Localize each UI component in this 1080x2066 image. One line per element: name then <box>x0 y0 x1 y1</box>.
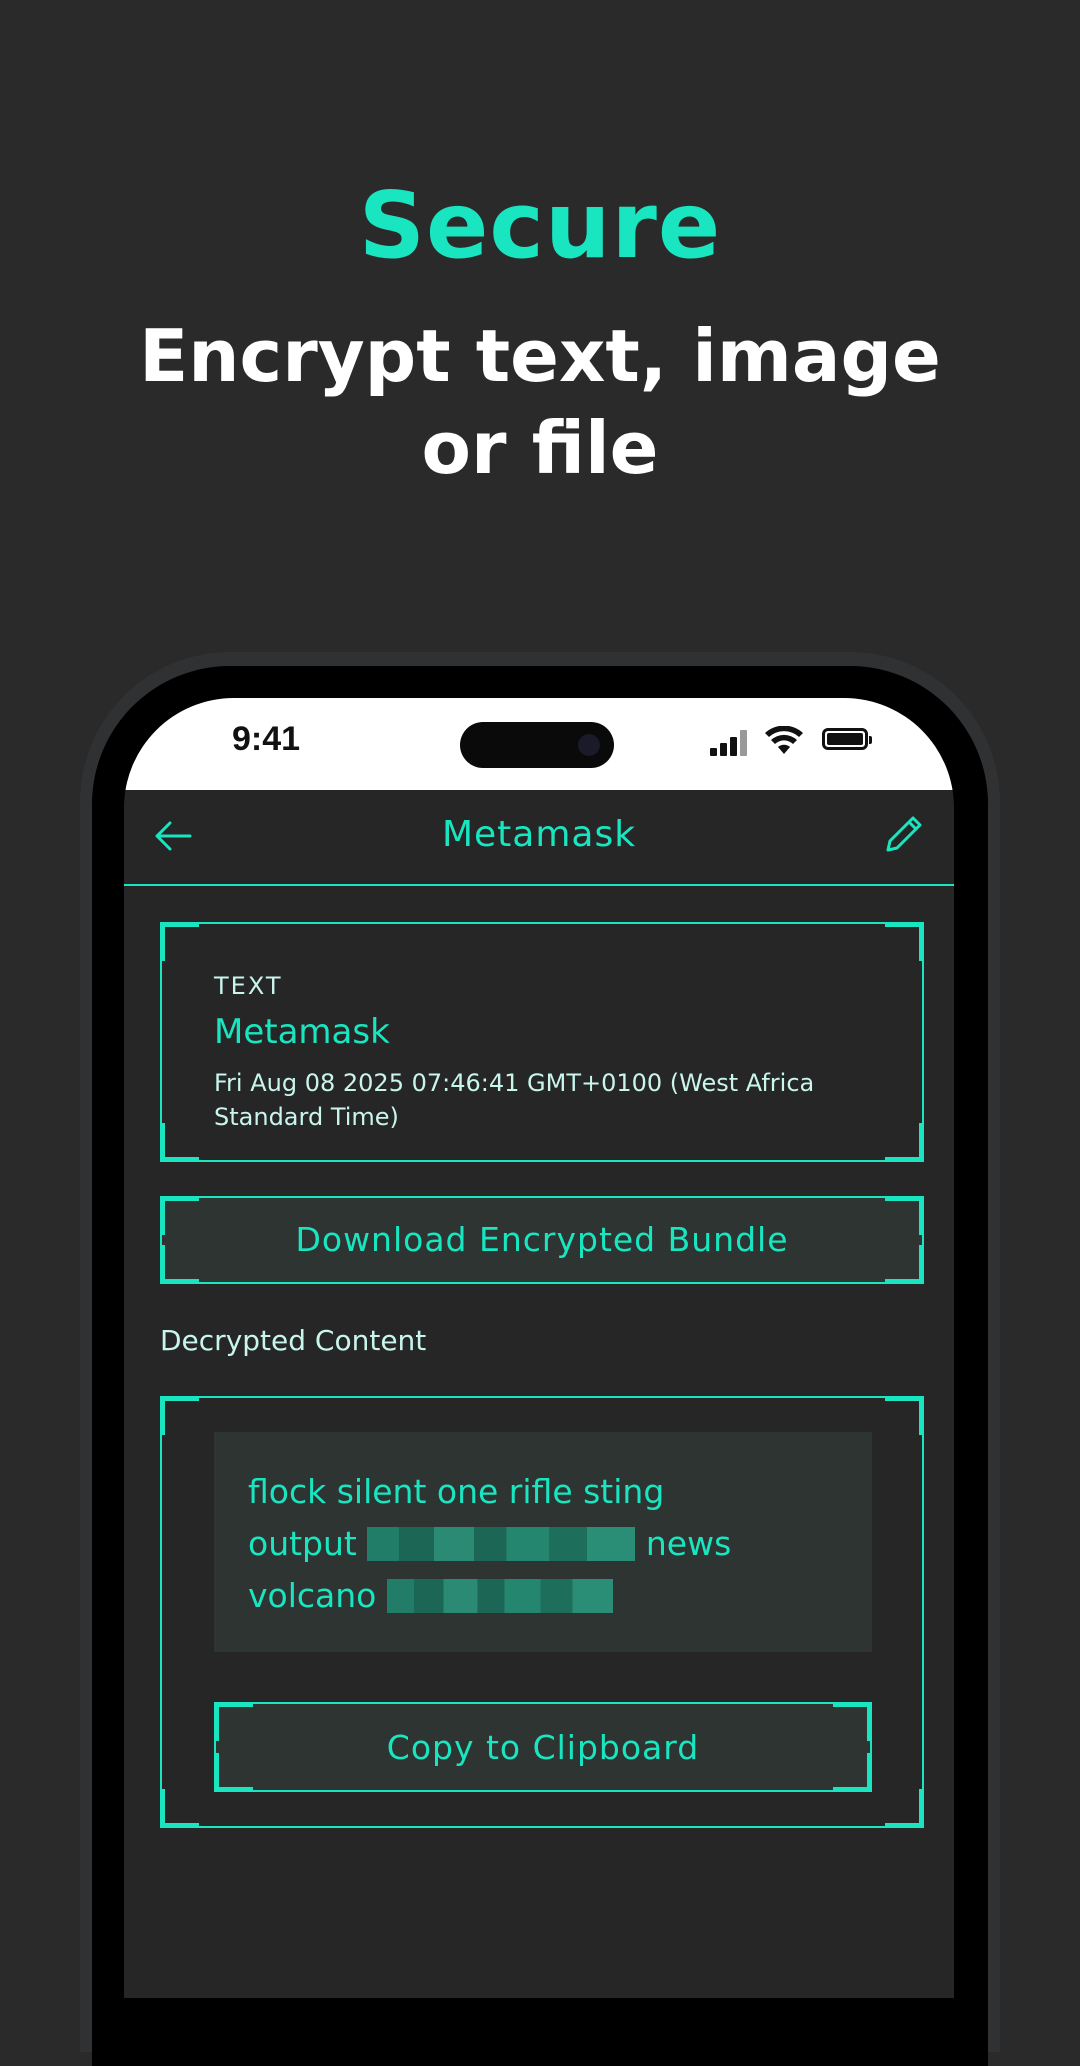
wifi-icon <box>765 726 803 754</box>
entry-type-label: TEXT <box>214 972 283 1000</box>
redacted-block <box>367 1527 636 1561</box>
entry-name: Metamask <box>214 1012 390 1052</box>
redacted-block <box>386 1579 613 1613</box>
secret-line-2-start: output <box>248 1524 357 1563</box>
signal-icon <box>710 730 750 756</box>
entry-info-card: TEXT Metamask Fri Aug 08 2025 07:46:41 G… <box>160 922 924 1162</box>
status-time: 9:41 <box>232 720 301 758</box>
page-title: Metamask <box>441 814 637 855</box>
decrypted-content-card: flock silent one rifle sting output news… <box>160 1396 924 1828</box>
status-bar: 9:41 <box>124 698 954 790</box>
phone-screen: 9:41 Metamask TEXT Metamask Fri Aug 08 2… <box>124 698 954 1998</box>
battery-icon <box>822 728 872 750</box>
pencil-icon[interactable] <box>884 814 924 854</box>
decrypted-content-heading: Decrypted Content <box>160 1324 427 1357</box>
download-encrypted-bundle-button[interactable]: Download Encrypted Bundle <box>160 1196 924 1284</box>
secret-phrase-text: flock silent one rifle sting output news… <box>248 1466 848 1622</box>
copy-button-label: Copy to Clipboard <box>386 1728 700 1767</box>
secret-line-3-start: volcano <box>248 1576 377 1615</box>
copy-to-clipboard-button[interactable]: Copy to Clipboard <box>214 1702 872 1792</box>
entry-date: Fri Aug 08 2025 07:46:41 GMT+0100 (West … <box>214 1069 815 1131</box>
promo-subheadline: Encrypt text, image or file <box>139 314 941 490</box>
dynamic-island <box>460 722 614 768</box>
app-bar: Metamask <box>124 790 954 886</box>
promo-headline: Secure <box>358 172 722 279</box>
download-button-label: Download Encrypted Bundle <box>295 1220 789 1259</box>
secret-phrase-box[interactable]: flock silent one rifle sting output news… <box>214 1432 872 1652</box>
secret-line-1: flock silent one rifle sting <box>248 1472 665 1511</box>
secret-line-2-end: news <box>645 1524 732 1563</box>
camera-icon <box>578 734 600 756</box>
